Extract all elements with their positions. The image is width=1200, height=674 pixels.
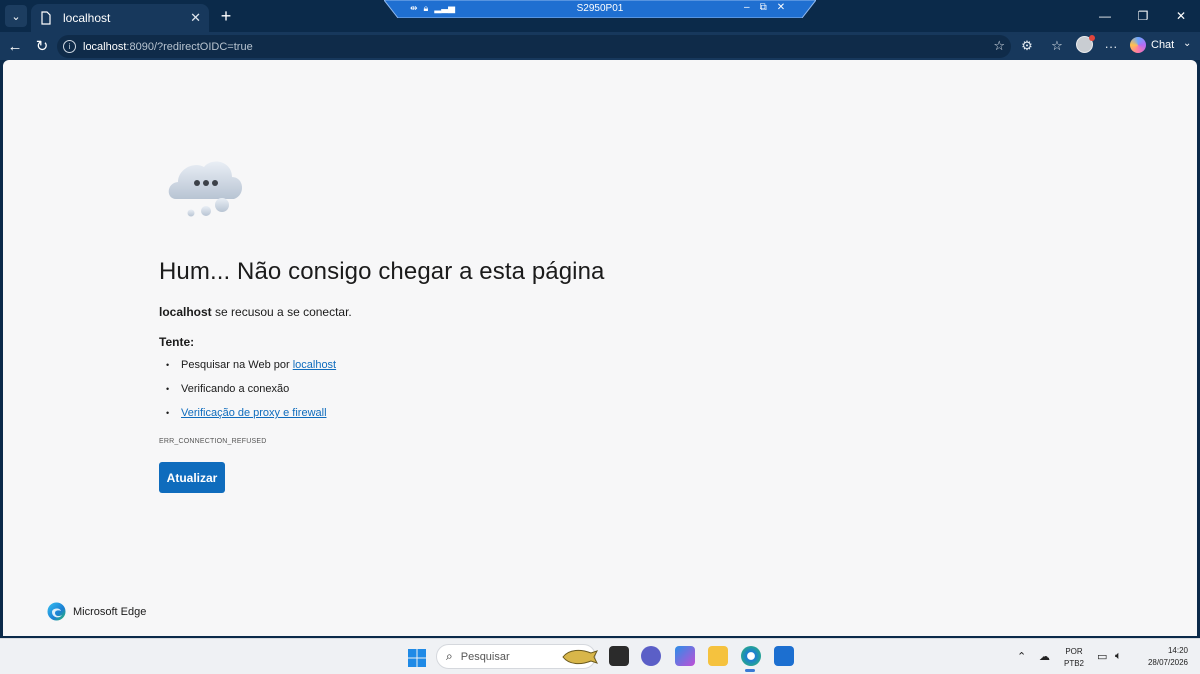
refresh-button[interactable]: Atualizar — [159, 462, 225, 493]
minimize-icon[interactable]: — — [1086, 0, 1124, 32]
tip-check-connection: Verificando a conexão — [181, 383, 290, 395]
profile-notification-dot — [1089, 35, 1095, 41]
chevron-down-icon[interactable]: ⌄ — [1183, 38, 1191, 49]
store-icon[interactable] — [774, 646, 794, 666]
volume-icon[interactable]: 🔈︎ — [1115, 650, 1122, 663]
new-tab-icon[interactable]: + — [215, 5, 237, 27]
suggestions-list: • Pesquisar na Web por localhost • Verific… — [166, 359, 336, 431]
error-title: Hum... Não consigo chegar a esta página — [159, 258, 605, 285]
tab-actions-chevron-icon[interactable]: ⌄ — [5, 5, 27, 27]
remote-restore-icon[interactable]: ⧉ — [760, 2, 767, 13]
active-app-indicator — [745, 669, 755, 672]
chat-label: Chat — [1151, 38, 1175, 51]
windows-start-icon[interactable] — [408, 649, 426, 667]
back-arrow-icon[interactable]: ← — [4, 35, 26, 57]
more-menu-icon[interactable]: ··· — [1102, 37, 1120, 55]
teams-icon[interactable] — [641, 646, 661, 666]
remote-connection-bar: ⇹ 🔒︎ ▂▃▅ S2950P01 – ⧉ ✕ — [384, 0, 816, 18]
browser-toolbar: ← ↻ i localhost :8090/?redirectOIDC=true… — [0, 32, 1200, 60]
tab-localhost[interactable]: localhost ✕ — [31, 4, 209, 32]
copilot-icon — [1130, 36, 1146, 53]
extensions-icon[interactable]: ⚙ — [1018, 37, 1036, 55]
edge-taskbar-icon[interactable] — [741, 646, 761, 666]
address-path: :8090/?redirectOIDC=true — [126, 40, 253, 53]
clock-date: 28/07/2026 — [1147, 658, 1188, 667]
file-explorer-icon[interactable] — [708, 646, 728, 666]
try-label: Tente: — [159, 335, 195, 349]
favorite-star-icon[interactable]: ☆ — [993, 38, 1005, 54]
search-icon: ⌕ — [446, 649, 453, 663]
remote-close-icon[interactable]: ✕ — [777, 2, 785, 13]
language-indicator[interactable]: POR PTB2 — [1064, 646, 1084, 670]
address-bar[interactable]: i localhost :8090/?redirectOIDC=true ☆ — [57, 35, 1011, 58]
error-code: ERR_CONNECTION_REFUSED — [159, 438, 267, 445]
list-item: • Verificação de proxy e firewall — [166, 407, 327, 419]
copilot-chat-button[interactable]: Chat — [1127, 35, 1179, 54]
error-desc-rest: se recusou a se conectar. — [211, 305, 352, 319]
remote-minimize-icon[interactable]: – — [744, 2, 750, 13]
window-controls: — ❐ ✕ — [1086, 0, 1200, 32]
edge-brand-name: Microsoft Edge — [73, 605, 147, 618]
search-localhost-link[interactable]: localhost — [293, 359, 336, 371]
tip-search-prefix: Pesquisar na Web por — [181, 359, 290, 371]
tray-overflow-chevron-icon[interactable]: ⌃ — [1017, 650, 1026, 663]
task-view-icon[interactable] — [609, 646, 629, 666]
favorites-icon[interactable]: ☆ — [1048, 37, 1066, 55]
m365-icon[interactable] — [675, 646, 695, 666]
error-description: localhost se recusou a se conectar. — [159, 305, 352, 319]
list-item: • Pesquisar na Web por localhost — [166, 359, 337, 371]
address-host: localhost — [83, 40, 127, 53]
search-highlight-icon[interactable] — [561, 647, 599, 667]
close-icon[interactable]: ✕ — [1162, 0, 1200, 32]
tab-close-icon[interactable]: ✕ — [190, 10, 201, 26]
lang-line1: POR — [1065, 647, 1083, 656]
lang-line2: PTB2 — [1064, 659, 1085, 668]
list-item: • Verificando a conexão — [166, 383, 290, 395]
system-clock[interactable]: 14:20 28/07/2026 — [1138, 645, 1188, 669]
taskbar-search-placeholder: Pesquisar — [460, 650, 510, 663]
info-icon[interactable]: i — [63, 40, 76, 53]
edge-logo-icon — [47, 602, 66, 621]
network-icon[interactable]: ▭ — [1097, 650, 1107, 663]
cloud-offline-icon[interactable]: ☁ — [1039, 650, 1050, 663]
title-bar: ⌄ localhost ✕ + ⇹ 🔒︎ ▂▃▅ S2950P01 – ⧉ ✕ … — [0, 0, 1200, 32]
tab-title: localhost — [63, 11, 111, 25]
clock-time: 14:20 — [1167, 646, 1188, 655]
page-icon — [41, 11, 51, 25]
refresh-icon[interactable]: ↻ — [31, 35, 53, 57]
proxy-firewall-link[interactable]: Verificação de proxy e firewall — [181, 407, 327, 419]
edge-branding: Microsoft Edge — [47, 602, 146, 621]
error-host: localhost — [159, 305, 212, 319]
cloud-icon — [168, 161, 243, 217]
restore-icon[interactable]: ❐ — [1124, 0, 1162, 32]
